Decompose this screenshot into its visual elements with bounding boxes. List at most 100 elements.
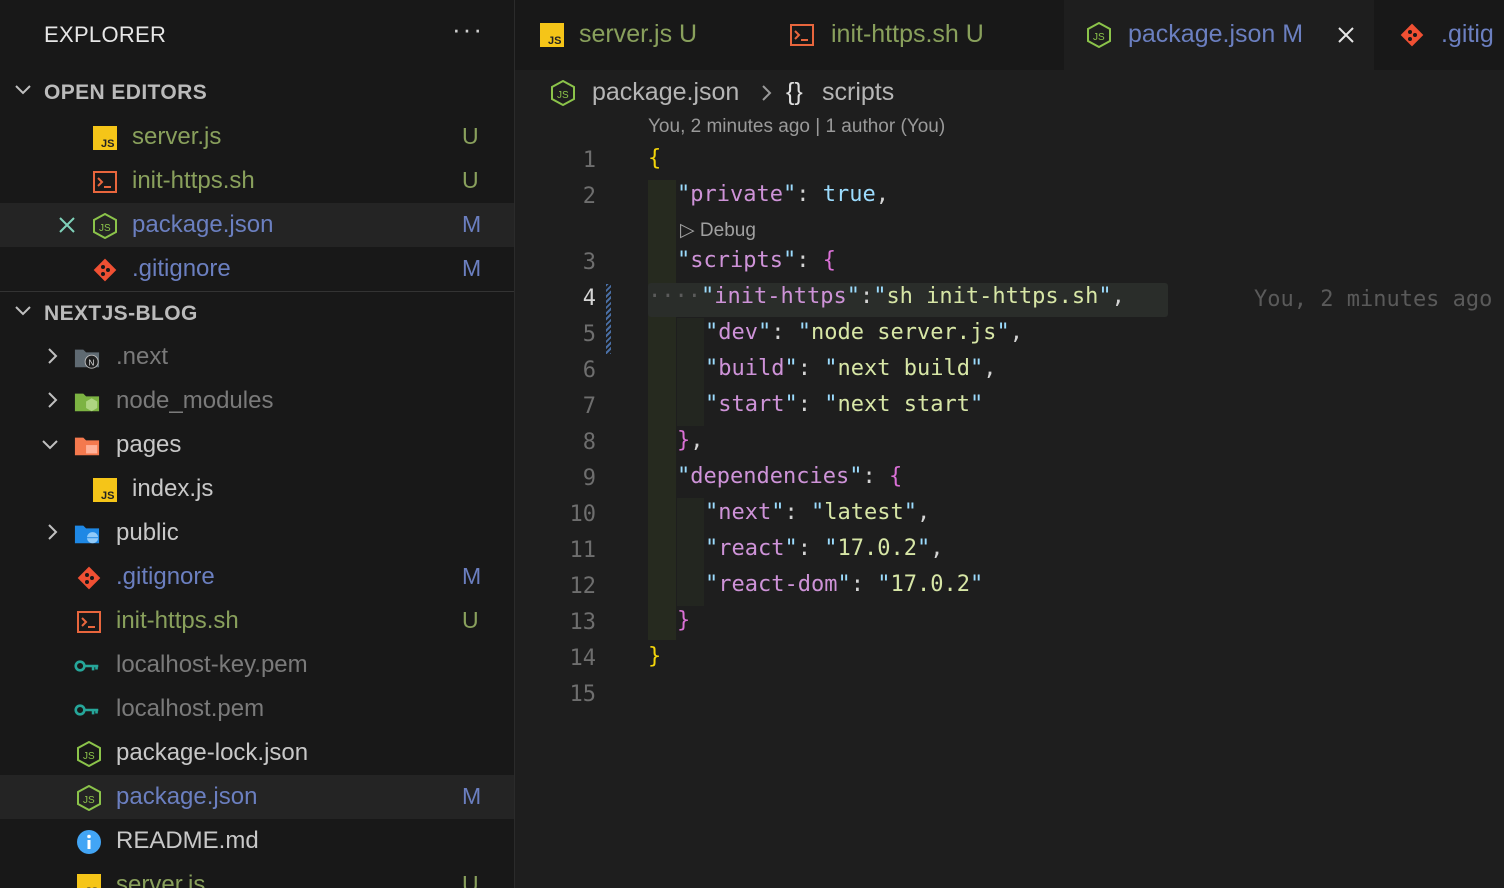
line-number: 13	[569, 610, 597, 635]
open-editor-item-active[interactable]: JS package.json M	[0, 203, 514, 247]
tree-file[interactable]: README.md	[0, 819, 514, 863]
more-actions-icon[interactable]: ···	[452, 14, 484, 45]
public-folder-icon	[74, 525, 100, 544]
explorer-sidebar: EXPLORER ··· OPEN EDITORS JS server.js U…	[0, 0, 515, 888]
svg-text:JS: JS	[83, 751, 95, 762]
code-line[interactable]: }	[677, 608, 690, 633]
svg-text:N: N	[88, 357, 94, 367]
json-value: node server.js	[811, 320, 997, 345]
code-line-current[interactable]: ····"init-https":"sh init-https.sh",	[648, 284, 1125, 309]
project-section[interactable]: NEXTJS-BLOG	[0, 291, 514, 335]
code-line[interactable]: "next": "latest",	[705, 500, 930, 525]
tab-server-js[interactable]: JS server.js U	[515, 0, 765, 70]
tab-label: init-https.sh	[831, 20, 959, 48]
tree-file[interactable]: JS index.js	[0, 467, 514, 511]
tree-folder-open[interactable]: pages	[0, 423, 514, 467]
line-number: 6	[582, 358, 596, 383]
json-key: start	[718, 392, 785, 417]
key-icon	[74, 660, 99, 672]
tree-folder[interactable]: N .next	[0, 335, 514, 379]
json-key: init-https	[714, 284, 847, 309]
file-name: node_modules	[116, 387, 274, 414]
tree-file[interactable]: .gitignore M	[0, 555, 514, 599]
code-line[interactable]: {	[648, 146, 661, 171]
json-key: react	[718, 536, 785, 561]
open-editor-item[interactable]: JS server.js U	[0, 115, 514, 159]
tab-package-json-active[interactable]: JS package.json M	[1064, 0, 1374, 70]
tree-folder[interactable]: node_modules	[0, 379, 514, 423]
tree-file[interactable]: init-https.sh U	[0, 599, 514, 643]
gutter-modified-indicator	[606, 284, 611, 354]
svg-text:JS: JS	[1093, 32, 1105, 43]
code-line[interactable]: "react": "17.0.2",	[705, 536, 943, 561]
line-number: 3	[582, 250, 596, 275]
brace: {	[648, 146, 662, 171]
indent-guide	[677, 498, 704, 606]
open-editor-item[interactable]: .gitignore M	[0, 247, 514, 291]
shell-file-icon	[93, 171, 117, 193]
svg-text:JS: JS	[101, 490, 114, 502]
line-number: 5	[582, 322, 596, 347]
open-editors-section[interactable]: OPEN EDITORS	[0, 70, 514, 114]
tree-file[interactable]: JS package-lock.json	[0, 731, 514, 775]
line-number: 12	[569, 574, 597, 599]
tree-file[interactable]: localhost-key.pem	[0, 643, 514, 687]
file-name: package-lock.json	[116, 739, 309, 766]
git-blame-header[interactable]: You, 2 minutes ago | 1 author (You)	[648, 116, 945, 138]
debug-codelens[interactable]: ▷ Debug	[680, 219, 756, 242]
code-line[interactable]: "private": true,	[677, 182, 889, 207]
file-name: server.js	[116, 871, 206, 888]
file-name: package.json	[116, 783, 258, 810]
code-line[interactable]: "react-dom": "17.0.2"	[705, 572, 983, 597]
line-number: 2	[582, 184, 596, 209]
tree-file[interactable]: localhost.pem	[0, 687, 514, 731]
indent-guide	[648, 180, 676, 640]
breadcrumb-file[interactable]: package.json	[592, 78, 739, 107]
git-file-icon	[1400, 23, 1424, 47]
symbol-icon: {}	[786, 78, 803, 106]
file-name: index.js	[132, 475, 214, 502]
file-name: pages	[116, 431, 182, 458]
code-line[interactable]: "scripts": {	[677, 248, 836, 273]
debug-label: Debug	[699, 220, 756, 241]
close-tab-icon[interactable]	[1336, 25, 1356, 45]
code-line[interactable]: "dev": "node server.js",	[705, 320, 1023, 345]
chevron-right-icon	[48, 392, 58, 408]
tab-init-https[interactable]: init-https.sh U	[765, 0, 1063, 70]
git-status-badge: M	[462, 211, 482, 237]
json-value: next start	[837, 392, 970, 417]
tab-label: server.js	[579, 20, 673, 48]
json-value: sh init-https.sh	[886, 284, 1099, 309]
tree-file[interactable]: JS server.js U	[0, 863, 514, 888]
tree-folder[interactable]: public	[0, 511, 514, 555]
nodejs-file-icon: JS	[77, 785, 101, 811]
project-label: NEXTJS-BLOG	[44, 302, 198, 325]
breadcrumb-symbol[interactable]: scripts	[822, 78, 894, 107]
code-line[interactable]: "dependencies": {	[677, 464, 902, 489]
svg-text:JS: JS	[99, 223, 111, 234]
javascript-file-icon: JS	[93, 478, 117, 502]
chevron-right-icon	[48, 524, 58, 540]
info-icon	[77, 830, 101, 854]
editor-tabs: JS server.js U init-https.sh U JS packag…	[515, 0, 1504, 70]
file-name: .gitignore	[116, 563, 215, 590]
git-status-badge: U	[462, 871, 479, 888]
code-line[interactable]: },	[677, 428, 704, 453]
chevron-down-icon	[15, 306, 31, 316]
line-number: 14	[569, 646, 597, 671]
json-value: next build	[837, 356, 970, 381]
file-name: localhost.pem	[116, 695, 265, 722]
git-status-badge: M	[462, 783, 482, 809]
close-icon[interactable]	[56, 214, 78, 236]
inline-blame: You, 2 minutes ago	[1254, 287, 1493, 312]
open-editor-item[interactable]: init-https.sh U	[0, 159, 514, 203]
tab-gitignore[interactable]: .gitig	[1395, 0, 1504, 70]
json-value: latest	[824, 500, 904, 525]
file-name: init-https.sh	[116, 607, 239, 634]
code-line[interactable]: "build": "next build",	[705, 356, 996, 381]
code-line[interactable]: "start": "next start"	[705, 392, 983, 417]
json-value: 17.0.2	[837, 536, 917, 561]
tree-file-selected[interactable]: JS package.json M	[0, 775, 514, 819]
code-line[interactable]: }	[648, 644, 661, 669]
json-key: next	[718, 500, 772, 525]
